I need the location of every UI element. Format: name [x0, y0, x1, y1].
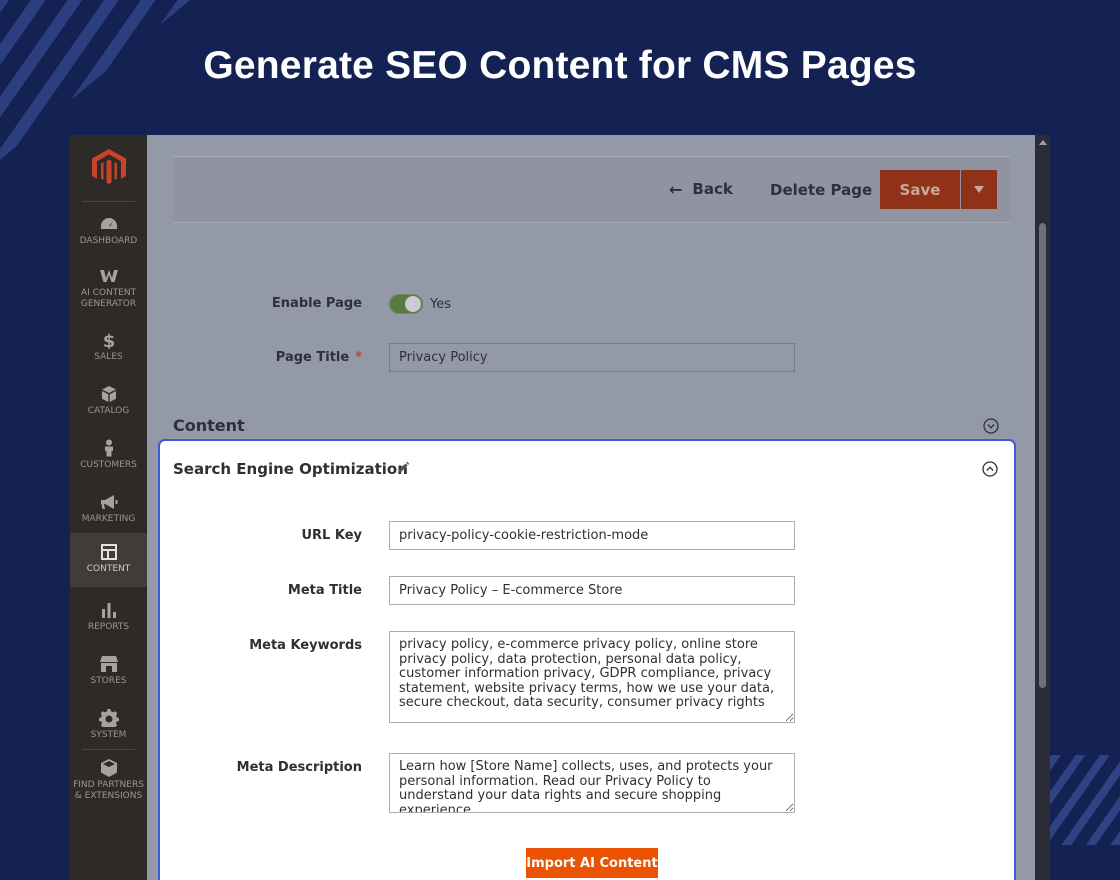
- sidebar-item-label: SALES: [94, 352, 123, 362]
- page-actions-toolbar: ← Back Delete Page Save: [173, 156, 1010, 223]
- window-scrollbar[interactable]: [1035, 135, 1050, 880]
- save-button[interactable]: Save: [880, 170, 960, 209]
- seo-section-panel: Search Engine Optimization URL Key priva…: [158, 439, 1016, 880]
- meta-description-label: Meta Description: [236, 760, 362, 775]
- admin-window: DASHBOARD AI CONTENT GENERATOR $ SALES C…: [70, 135, 1050, 880]
- dollar-icon: $: [102, 331, 115, 349]
- chevron-up-icon[interactable]: [982, 461, 998, 477]
- person-icon: [104, 439, 113, 457]
- scrollbar-thumb[interactable]: [1039, 223, 1046, 688]
- meta-title-label: Meta Title: [287, 583, 362, 598]
- sidebar-divider: [82, 201, 135, 202]
- megaphone-icon: [100, 495, 117, 509]
- sidebar-item-label: FIND PARTNERS & EXTENSIONS: [73, 780, 144, 801]
- sidebar-item-label: AI CONTENT GENERATOR: [80, 288, 137, 309]
- sidebar-item-reports[interactable]: REPORTS: [70, 595, 147, 649]
- page-title-input[interactable]: Privacy Policy: [389, 343, 795, 372]
- back-button[interactable]: ← Back: [669, 179, 733, 199]
- dashboard-icon: [100, 218, 117, 229]
- page-title-label: Page Title *: [147, 350, 362, 365]
- meta-description-textarea[interactable]: Learn how [Store Name] collects, uses, a…: [389, 753, 795, 813]
- promo-headline: Generate SEO Content for CMS Pages: [203, 44, 917, 87]
- sidebar-item-label: MARKETING: [81, 514, 136, 524]
- bar-chart-icon: [101, 603, 116, 618]
- meta-keywords-textarea[interactable]: privacy policy, e-commerce privacy polic…: [389, 631, 795, 723]
- back-button-label: Back: [692, 180, 733, 198]
- sidebar-item-sales[interactable]: $ SALES: [70, 325, 147, 379]
- sidebar-item-label: SYSTEM: [90, 730, 127, 740]
- svg-text:$: $: [102, 331, 115, 349]
- ai-content-icon: [99, 270, 118, 282]
- layout-icon: [100, 544, 117, 560]
- storefront-icon: [99, 656, 118, 672]
- seo-section-title[interactable]: Search Engine Optimization: [173, 460, 408, 478]
- meta-keywords-label: Meta Keywords: [249, 638, 362, 653]
- url-key-label: URL Key: [301, 528, 362, 543]
- sidebar-item-label: CUSTOMERS: [80, 460, 137, 470]
- chevron-down-icon[interactable]: [983, 418, 999, 434]
- enable-page-toggle[interactable]: [389, 294, 423, 314]
- box-icon: [101, 386, 116, 402]
- cube-icon: [100, 759, 117, 777]
- sidebar-item-label: DASHBOARD: [79, 236, 138, 246]
- content-section-title[interactable]: Content: [173, 416, 245, 435]
- admin-sidebar: DASHBOARD AI CONTENT GENERATOR $ SALES C…: [70, 135, 147, 880]
- pencil-edit-icon[interactable]: [396, 461, 410, 475]
- required-marker: *: [355, 350, 362, 365]
- save-options-toggle[interactable]: [961, 170, 997, 209]
- sidebar-item-stores[interactable]: STORES: [70, 649, 147, 703]
- magento-logo-icon[interactable]: [92, 149, 126, 185]
- sidebar-item-find-partners[interactable]: FIND PARTNERS & EXTENSIONS: [70, 753, 147, 807]
- sidebar-item-label: REPORTS: [87, 622, 130, 632]
- delete-page-button[interactable]: Delete Page: [770, 181, 872, 199]
- sidebar-item-label: CONTENT: [86, 564, 131, 574]
- sidebar-item-content[interactable]: CONTENT: [70, 533, 147, 587]
- gear-icon: [98, 709, 119, 727]
- sidebar-item-customers[interactable]: CUSTOMERS: [70, 433, 147, 487]
- arrow-left-icon: ←: [669, 179, 683, 199]
- import-ai-content-button[interactable]: Import AI Content: [526, 848, 658, 878]
- page-title-label-text: Page Title: [275, 350, 350, 365]
- sidebar-item-catalog[interactable]: CATALOG: [70, 379, 147, 433]
- sidebar-item-dashboard[interactable]: DASHBOARD: [70, 209, 147, 263]
- enable-page-label: Enable Page: [271, 296, 362, 311]
- sidebar-divider: [82, 749, 135, 750]
- url-key-input[interactable]: privacy-policy-cookie-restriction-mode: [389, 521, 795, 550]
- sidebar-item-ai-content-generator[interactable]: AI CONTENT GENERATOR: [70, 261, 147, 315]
- toggle-knob: [405, 296, 421, 312]
- meta-title-input[interactable]: Privacy Policy – E-commerce Store: [389, 576, 795, 605]
- page-main-area: ← Back Delete Page Save Enable Page Yes …: [147, 135, 1035, 880]
- caret-down-icon: [974, 186, 984, 193]
- scroll-up-arrow-icon[interactable]: [1039, 140, 1047, 145]
- enable-page-value: Yes: [430, 297, 451, 312]
- decorative-stripes-bottom-right: [1040, 755, 1120, 845]
- sidebar-item-label: CATALOG: [87, 406, 130, 416]
- sidebar-item-label: STORES: [90, 676, 127, 686]
